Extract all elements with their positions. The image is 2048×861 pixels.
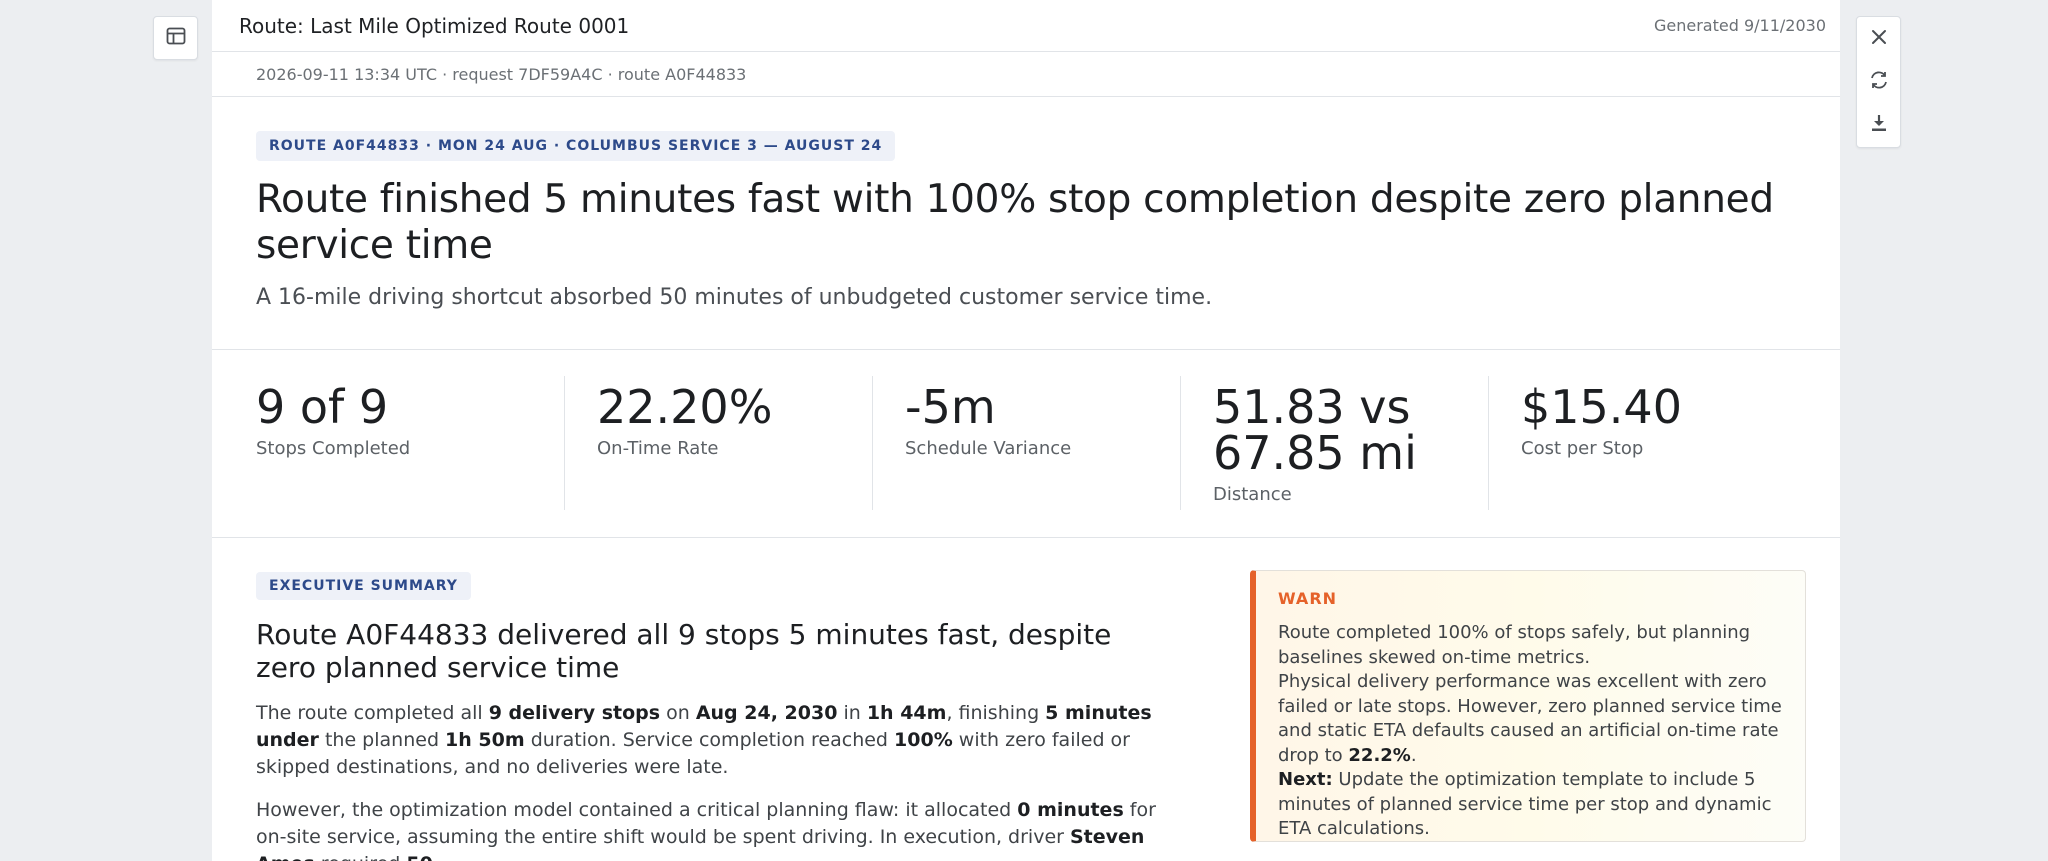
refresh-icon — [1868, 69, 1890, 95]
summary-title: Route A0F44833 delivered all 9 stops 5 m… — [256, 618, 1112, 684]
report-panel: Route: Last Mile Optimized Route 0001 Ge… — [212, 0, 1840, 861]
stat-distance: 51.83 vs 67.85 mi Distance — [1180, 376, 1488, 510]
request-meta: 2026-09-11 13:34 UTC · request 7DF59A4C … — [212, 52, 1840, 97]
download-button[interactable] — [1863, 109, 1895, 141]
warning-next: Next: Update the optimization template t… — [1278, 769, 1772, 839]
close-button[interactable] — [1863, 23, 1895, 55]
summary-paragraph-2: However, the optimization model containe… — [256, 799, 1156, 861]
hero-section: ROUTE A0F44833 · MON 24 AUG · COLUMBUS S… — [212, 97, 1840, 350]
stat-label: Stops Completed — [256, 438, 411, 459]
executive-summary: EXECUTIVE SUMMARY Route A0F44833 deliver… — [256, 572, 1156, 861]
stat-schedule-variance: -5m Schedule Variance — [872, 376, 1180, 510]
stat-value: 51.83 vs 67.85 mi — [1213, 380, 1417, 480]
layout-panel-icon — [165, 25, 187, 51]
generated-date: Generated 9/11/2030 — [1653, 16, 1826, 35]
stat-label: Cost per Stop — [1521, 438, 1644, 459]
warning-line-1: Route completed 100% of stops safely, bu… — [1278, 622, 1751, 668]
route-tag: ROUTE A0F44833 · MON 24 AUG · COLUMBUS S… — [256, 131, 896, 161]
close-icon — [1869, 27, 1889, 51]
warning-text: Route completed 100% of stops safely, bu… — [1278, 621, 1785, 842]
stat-label: Distance — [1213, 484, 1292, 505]
report-header: Route: Last Mile Optimized Route 0001 Ge… — [212, 0, 1840, 52]
stat-on-time-rate: 22.20% On-Time Rate — [564, 376, 872, 510]
warning-label: WARN — [1278, 589, 1338, 608]
stat-cost-per-stop: $15.40 Cost per Stop — [1488, 376, 1788, 510]
refresh-button[interactable] — [1863, 66, 1895, 98]
stats-row: 9 of 9 Stops Completed 22.20% On-Time Ra… — [212, 350, 1840, 538]
headline: Route finished 5 minutes fast with 100% … — [256, 177, 1774, 268]
summary-paragraph-1: The route completed all 9 delivery stops… — [256, 702, 1152, 778]
warning-line-2: Physical delivery performance was excell… — [1278, 671, 1782, 766]
subheadline: A 16-mile driving shortcut absorbed 50 m… — [256, 285, 1213, 310]
stat-value: 9 of 9 — [256, 380, 389, 434]
stat-label: On-Time Rate — [597, 438, 719, 459]
warning-callout: WARN Route completed 100% of stops safel… — [1250, 570, 1806, 842]
right-toolbar — [1856, 16, 1901, 148]
stat-value: $15.40 — [1521, 380, 1682, 434]
toggle-layout-button[interactable] — [153, 16, 198, 60]
stat-value: -5m — [905, 380, 996, 434]
stat-label: Schedule Variance — [905, 438, 1072, 459]
report-body: EXECUTIVE SUMMARY Route A0F44833 deliver… — [212, 538, 1840, 861]
stat-value: 22.20% — [597, 380, 773, 434]
stat-stops-completed: 9 of 9 Stops Completed — [212, 376, 564, 510]
download-icon — [1869, 113, 1889, 137]
request-meta-text: 2026-09-11 13:34 UTC · request 7DF59A4C … — [256, 64, 747, 84]
summary-tag: EXECUTIVE SUMMARY — [256, 572, 471, 600]
report-title: Route: Last Mile Optimized Route 0001 — [239, 13, 630, 38]
